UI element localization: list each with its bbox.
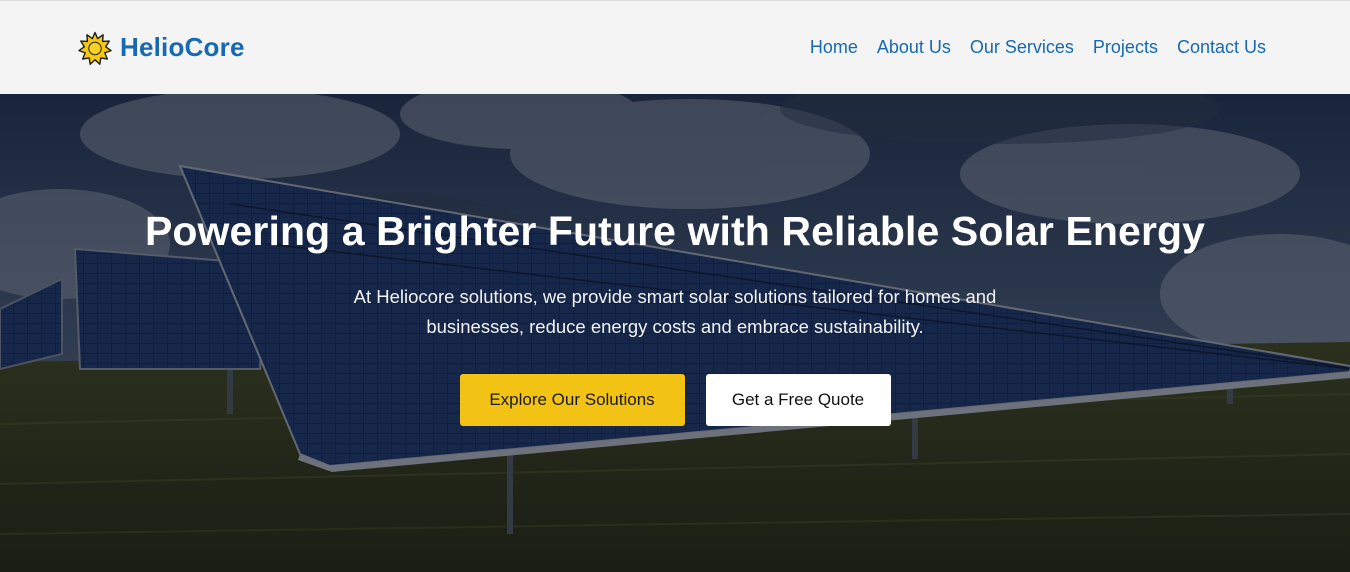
hero-actions: Explore Our Solutions Get a Free Quote (0, 374, 1350, 426)
nav-item-our-services: Our Services (970, 37, 1074, 58)
hero-content: Powering a Brighter Future with Reliable… (0, 94, 1350, 572)
nav-link-home[interactable]: Home (810, 37, 858, 57)
nav-link-our-services[interactable]: Our Services (970, 37, 1074, 57)
hero-section: Powering a Brighter Future with Reliable… (0, 94, 1350, 572)
brand-home-link[interactable]: HelioCore (78, 31, 245, 65)
free-quote-button[interactable]: Get a Free Quote (705, 374, 891, 426)
nav-item-home: Home (810, 37, 858, 58)
site-header: HelioCore Home About Us Our Services Pro… (0, 0, 1350, 94)
nav-item-contact-us: Contact Us (1177, 37, 1266, 58)
brand-name: HelioCore (120, 32, 245, 62)
explore-solutions-button[interactable]: Explore Our Solutions (459, 374, 685, 426)
nav-link-projects[interactable]: Projects (1093, 37, 1158, 57)
hero-subtitle: At Heliocore solutions, we provide smart… (353, 286, 997, 337)
nav-item-projects: Projects (1093, 37, 1158, 58)
nav-item-about-us: About Us (877, 37, 951, 58)
main-nav: Home About Us Our Services Projects Cont… (810, 37, 1266, 58)
sun-icon (78, 31, 112, 65)
hero-title: Powering a Brighter Future with Reliable… (144, 208, 1206, 254)
nav-link-contact-us[interactable]: Contact Us (1177, 37, 1266, 57)
nav-link-about-us[interactable]: About Us (877, 37, 951, 57)
